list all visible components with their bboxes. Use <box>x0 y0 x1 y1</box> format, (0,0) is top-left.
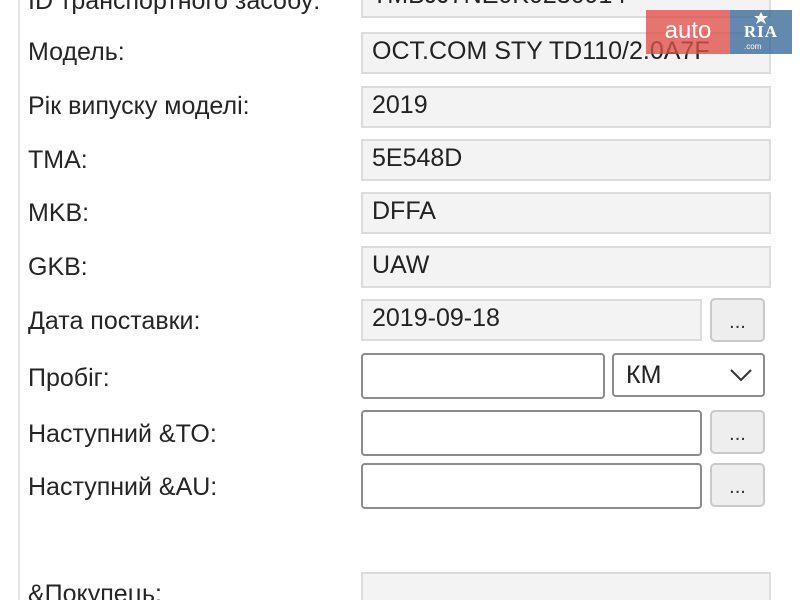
gkb-field[interactable]: UAW <box>361 246 771 288</box>
tma-label: TMA: <box>28 146 88 174</box>
watermark-ria-text: RIA <box>743 22 779 41</box>
auto-ria-watermark: auto RIA .com <box>646 10 792 54</box>
gkb-label: GKB: <box>28 253 88 281</box>
buyer-label: &Покупець: <box>28 580 162 600</box>
next-au-label: Наступний &AU: <box>28 473 218 501</box>
mkb-field[interactable]: DFFA <box>361 192 771 234</box>
delivery-date-picker-button[interactable]: ... <box>710 298 765 342</box>
tma-field[interactable]: 5E548D <box>361 139 771 181</box>
left-border <box>18 0 20 600</box>
delivery-date-field[interactable]: 2019-09-18 <box>361 299 702 341</box>
mileage-unit-select[interactable]: КМ <box>612 353 765 397</box>
delivery-date-label: Дата поставки: <box>28 307 201 335</box>
model-year-label: Рік випуску моделі: <box>28 92 250 120</box>
vehicle-form-page: ID транспортного засобу: TMBJJ7NE0K02309… <box>0 0 800 600</box>
next-service-input[interactable] <box>361 410 702 456</box>
chevron-down-icon <box>730 369 752 382</box>
watermark-ria-block: RIA .com <box>730 10 792 54</box>
model-label: Модель: <box>28 38 125 66</box>
next-au-picker-button[interactable]: ... <box>710 463 765 507</box>
next-au-input[interactable] <box>361 463 702 509</box>
next-service-label: Наступний &TO: <box>28 420 217 448</box>
mileage-input[interactable] <box>361 353 605 399</box>
mkb-label: MKB: <box>28 199 90 227</box>
mileage-label: Пробіг: <box>28 364 110 392</box>
buyer-field[interactable] <box>361 572 771 600</box>
watermark-auto-text: auto <box>646 10 730 54</box>
vin-label: ID транспортного засобу: <box>28 0 321 15</box>
mileage-unit-value: КМ <box>626 361 662 389</box>
next-service-picker-button[interactable]: ... <box>710 410 765 454</box>
model-year-field[interactable]: 2019 <box>361 86 771 128</box>
watermark-dotcom-text: .com <box>744 42 762 51</box>
